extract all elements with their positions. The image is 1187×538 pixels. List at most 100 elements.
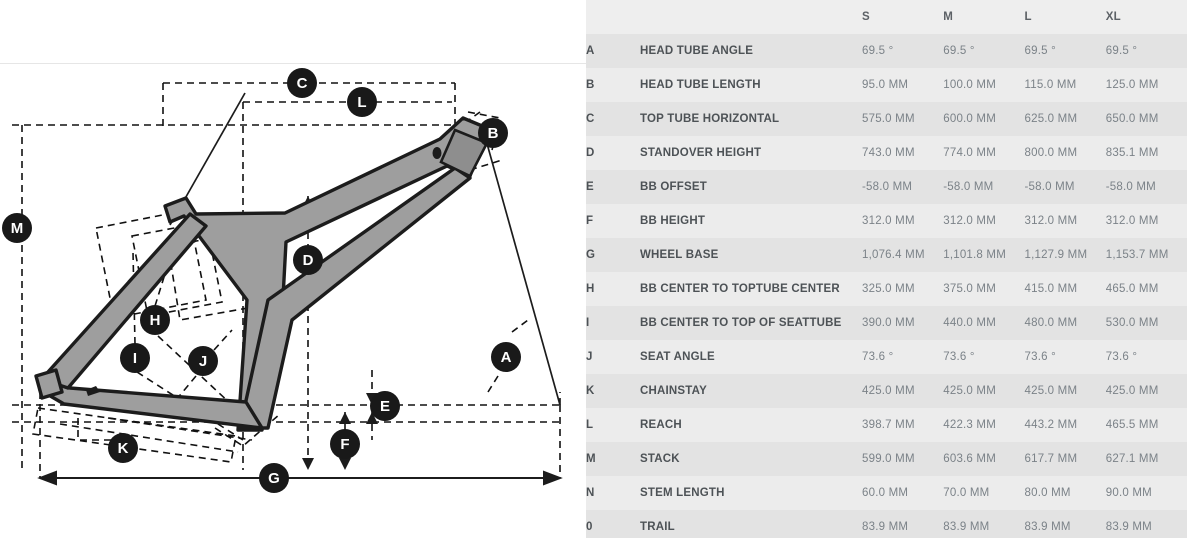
row-letter: F: [586, 215, 594, 227]
row-value-s: 73.6 °: [862, 351, 894, 363]
callout-bubble-k: K: [108, 433, 138, 463]
guide-headangle-leader-top: [511, 319, 529, 333]
row-letter: A: [586, 45, 595, 57]
bike-frame-shape: [34, 116, 489, 432]
row-value-m: 70.0 MM: [943, 487, 990, 499]
table-row: 0 TRAIL 83.9 MM 83.9 MM 83.9 MM 83.9 MM: [586, 510, 1187, 538]
table-row: M STACK 599.0 MM 603.6 MM 617.7 MM 627.1 MM: [586, 442, 1187, 476]
row-value-s: 60.0 MM: [862, 487, 909, 499]
row-value-l: 480.0 MM: [1024, 317, 1078, 329]
row-value-m: 425.0 MM: [943, 385, 996, 397]
frame-chainstay: [38, 376, 264, 430]
header-letter-blank: [586, 0, 640, 34]
row-value-l: 115.0 MM: [1024, 79, 1077, 91]
row-value-m: 422.3 MM: [943, 419, 996, 431]
row-letter: K: [586, 385, 595, 397]
row-value-m: 83.9 MM: [943, 521, 990, 533]
guide-dropout-bracket: [77, 418, 112, 441]
table-row: C TOP TUBE HORIZONTAL 575.0 MM 600.0 MM 625.…: [586, 102, 1187, 136]
row-value-xl: 69.5 °: [1105, 45, 1138, 57]
table-row: J SEAT ANGLE 73.6 ° 73.6 ° 73.6 ° 73.6 °: [586, 340, 1187, 374]
row-label: WHEEL BASE: [640, 249, 719, 261]
callout-bubble-b: B: [478, 118, 508, 148]
row-value-l: 625.0 MM: [1024, 113, 1078, 125]
row-value-m: 100.0 MM: [943, 79, 996, 91]
row-value-s: 1,076.4 MM: [862, 249, 925, 261]
header-size-xl: XL: [1105, 0, 1187, 34]
row-value-s: 95.0 MM: [862, 79, 909, 91]
row-letter: 0: [586, 521, 593, 533]
arrow-f-down: [339, 458, 351, 470]
row-letter: E: [586, 181, 594, 193]
row-value-s: 425.0 MM: [862, 385, 915, 397]
table-row: D STANDOVER HEIGHT 743.0 MM 774.0 MM 800.0 M…: [586, 136, 1187, 170]
row-value-s: 325.0 MM: [862, 283, 915, 295]
geometry-page: ABCDEFGHIJKLM S M L XL A HEAD TUBE ANGLE 6…: [0, 0, 1187, 538]
row-label: HEAD TUBE LENGTH: [640, 79, 761, 91]
wheelbase-arrow-left: [37, 470, 57, 486]
table-header-row: S M L XL: [586, 0, 1187, 34]
row-value-l: 83.9 MM: [1024, 521, 1071, 533]
callout-bubble-d: D: [293, 245, 323, 275]
row-value-l: -58.0 MM: [1024, 181, 1075, 193]
row-value-s: 69.5 °: [862, 45, 894, 57]
row-value-m: 73.6 °: [943, 351, 975, 363]
row-letter: L: [586, 419, 594, 431]
callout-bubble-e: E: [370, 391, 400, 421]
row-label: REACH: [640, 419, 682, 431]
row-value-xl: 530.0 MM: [1105, 317, 1159, 329]
row-label: HEAD TUBE ANGLE: [640, 45, 754, 57]
row-label: STACK: [640, 453, 680, 465]
callout-bubble-g: G: [259, 463, 289, 493]
row-value-l: 800.0 MM: [1024, 147, 1078, 159]
row-label: CHAINSTAY: [640, 385, 707, 397]
row-value-xl: 73.6 °: [1105, 351, 1138, 363]
header-label-blank: [640, 0, 862, 34]
row-value-s: 390.0 MM: [862, 317, 915, 329]
row-letter: M: [586, 453, 596, 465]
row-value-s: -58.0 MM: [862, 181, 913, 193]
diagram-top-divider: [0, 63, 586, 64]
row-value-l: 443.2 MM: [1024, 419, 1078, 431]
row-value-s: 599.0 MM: [862, 453, 915, 465]
table-row: N STEM LENGTH 60.0 MM 70.0 MM 80.0 MM 90.0 MM: [586, 476, 1187, 510]
row-value-m: 600.0 MM: [943, 113, 996, 125]
row-value-xl: -58.0 MM: [1105, 181, 1156, 193]
row-value-xl: 650.0 MM: [1105, 113, 1159, 125]
row-value-xl: 627.1 MM: [1105, 453, 1159, 465]
row-value-m: 603.6 MM: [943, 453, 996, 465]
row-label: BB CENTER TO TOPTUBE CENTER: [640, 283, 840, 295]
guide-j-upper: [213, 329, 233, 351]
row-value-xl: 425.0 MM: [1105, 385, 1159, 397]
callout-bubble-a: A: [491, 342, 521, 372]
row-value-xl: 312.0 MM: [1105, 215, 1159, 227]
row-value-l: 1,127.9 MM: [1024, 249, 1088, 261]
row-label: STEM LENGTH: [640, 487, 725, 499]
row-value-xl: 465.5 MM: [1105, 419, 1159, 431]
row-value-m: 312.0 MM: [943, 215, 996, 227]
cable-port-icon: [432, 147, 442, 159]
row-value-l: 415.0 MM: [1024, 283, 1078, 295]
table-row: B HEAD TUBE LENGTH 95.0 MM 100.0 MM 115.0 MM…: [586, 68, 1187, 102]
row-value-l: 425.0 MM: [1024, 385, 1078, 397]
row-value-s: 83.9 MM: [862, 521, 909, 533]
table-row: A HEAD TUBE ANGLE 69.5 ° 69.5 ° 69.5 ° 69.5 °: [586, 34, 1187, 68]
geometry-table: S M L XL A HEAD TUBE ANGLE 69.5 ° 69.5 ° 69.…: [586, 0, 1187, 538]
header-size-s: S: [862, 0, 944, 34]
table-row: L REACH 398.7 MM 422.3 MM 443.2 MM 465.5 MM: [586, 408, 1187, 442]
row-letter: I: [586, 317, 590, 329]
guide-headangle-leader-bottom: [487, 375, 499, 393]
header-size-l: L: [1024, 0, 1106, 34]
row-label: BB HEIGHT: [640, 215, 706, 227]
wheelbase-arrow: [37, 470, 563, 486]
row-letter: D: [586, 147, 595, 159]
row-value-m: 375.0 MM: [943, 283, 996, 295]
frame-geometry-diagram: A B C D EF G HI J K L M: [0, 0, 586, 538]
table-body: A HEAD TUBE ANGLE 69.5 ° 69.5 ° 69.5 ° 69.5 °…: [586, 34, 1187, 538]
header-size-m: M: [943, 0, 1025, 34]
row-value-s: 575.0 MM: [862, 113, 915, 125]
row-value-l: 80.0 MM: [1024, 487, 1071, 499]
row-label: STANDOVER HEIGHT: [640, 147, 762, 159]
row-value-l: 312.0 MM: [1024, 215, 1078, 227]
row-value-xl: 1,153.7 MM: [1105, 249, 1169, 261]
